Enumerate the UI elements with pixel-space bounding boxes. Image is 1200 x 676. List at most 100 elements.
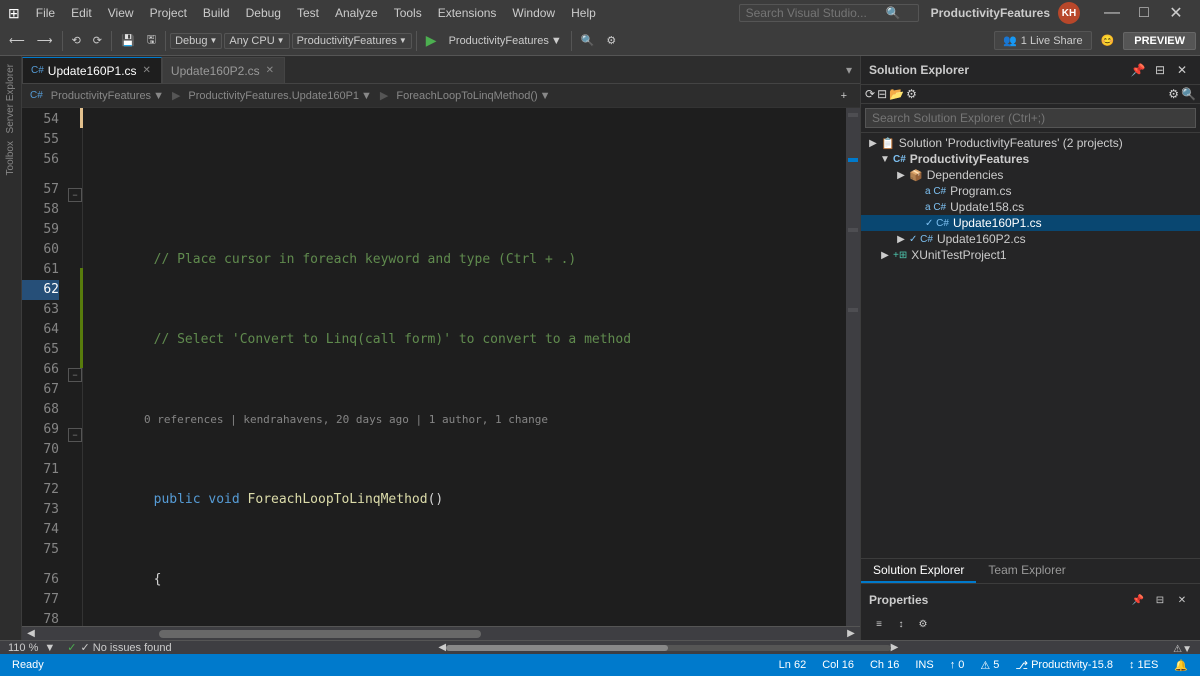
collapse-64[interactable]: −: [68, 428, 82, 442]
editor-scrollbar[interactable]: [846, 108, 860, 626]
add-line-button[interactable]: +: [836, 87, 852, 105]
tree-item-solution[interactable]: ▶ 📋 Solution 'ProductivityFeatures' (2 p…: [861, 135, 1200, 151]
breadcrumb-project[interactable]: ProductivityFeatures ▼: [47, 89, 168, 103]
solution-explorer-search[interactable]: [861, 104, 1200, 133]
se-tab-team-explorer[interactable]: Team Explorer: [976, 559, 1077, 583]
tree-item-xunit[interactable]: ▶ +⊞ XUnitTestProject1: [861, 247, 1200, 263]
status-warnings[interactable]: ⚠ 5: [976, 659, 1003, 672]
status-notification[interactable]: 🔔: [1170, 659, 1192, 672]
se-filter-button[interactable]: ⚙: [906, 87, 917, 101]
horizontal-scrollbar[interactable]: ◀ ▶: [22, 626, 860, 640]
nav-forward-button[interactable]: ⟶: [32, 31, 58, 50]
error-nav-button[interactable]: ⚠▼: [1173, 644, 1192, 655]
config-dropdown[interactable]: Debug ▼: [170, 33, 222, 49]
diagnostics-button[interactable]: 🔍: [576, 31, 600, 50]
menu-window[interactable]: Window: [504, 4, 563, 22]
zoom-dropdown-arrow[interactable]: ▼: [44, 642, 55, 654]
h-scroll-inner[interactable]: ◀ ▶: [438, 642, 898, 653]
se-refresh-button[interactable]: ⟳: [865, 87, 875, 101]
save-all-button[interactable]: 🖫: [142, 28, 161, 53]
menu-edit[interactable]: Edit: [63, 4, 100, 22]
menu-debug[interactable]: Debug: [238, 4, 289, 22]
prop-close-button[interactable]: ✕: [1172, 590, 1192, 610]
tools-button[interactable]: ⚙: [601, 31, 621, 50]
nav-back-button[interactable]: ⟵: [4, 31, 30, 50]
tree-item-update160p2[interactable]: ▶ ✓ C# Update160P2.cs: [861, 231, 1200, 247]
platform-dropdown[interactable]: Any CPU ▼: [224, 33, 289, 49]
run-button[interactable]: ▶: [421, 29, 442, 52]
title-search-box[interactable]: 🔍: [739, 4, 919, 22]
run-project-button[interactable]: ProductivityFeatures ▼: [444, 32, 567, 50]
menu-view[interactable]: View: [100, 4, 142, 22]
menu-extensions[interactable]: Extensions: [430, 4, 505, 22]
menu-tools[interactable]: Tools: [386, 4, 430, 22]
prop-property-pages-button[interactable]: ⚙: [913, 614, 933, 634]
status-branch[interactable]: ⎇ Productivity-15.8: [1011, 659, 1117, 672]
tab-update160p1[interactable]: C# Update160P1.cs ✕: [22, 57, 162, 83]
prop-categorized-button[interactable]: ≡: [869, 614, 889, 634]
se-pin-button[interactable]: 📌: [1128, 60, 1148, 80]
h-scroll-left[interactable]: ◀: [438, 642, 446, 653]
maximize-button[interactable]: □: [1128, 0, 1160, 26]
expand-update160p2[interactable]: ▶: [893, 234, 909, 245]
tab-close-update160p2[interactable]: ✕: [264, 64, 276, 77]
tree-item-project[interactable]: ▼ C# ProductivityFeatures: [861, 151, 1200, 167]
tree-item-program[interactable]: a C# Program.cs: [861, 183, 1200, 199]
tree-item-dependencies[interactable]: ▶ 📦 Dependencies: [861, 167, 1200, 183]
prop-alphabetical-button[interactable]: ↕: [891, 614, 911, 634]
status-line[interactable]: Ln 62: [775, 659, 811, 671]
scroll-track[interactable]: [38, 630, 844, 638]
expand-solution[interactable]: ▶: [865, 138, 881, 149]
tree-item-update158[interactable]: a C# Update158.cs: [861, 199, 1200, 215]
close-button[interactable]: ✕: [1160, 0, 1192, 26]
tab-update160p2[interactable]: Update160P2.cs ✕: [162, 57, 285, 83]
tab-close-update160p1[interactable]: ✕: [141, 64, 153, 77]
feedback-button[interactable]: 😊: [1096, 31, 1120, 50]
collapse-62[interactable]: −: [68, 368, 82, 382]
user-avatar[interactable]: KH: [1058, 2, 1080, 24]
se-settings-button[interactable]: ⚙: [1168, 87, 1179, 101]
tab-dropdown-button[interactable]: ▾: [838, 57, 860, 83]
preview-button[interactable]: PREVIEW: [1123, 32, 1196, 50]
se-show-all-button[interactable]: 📂: [889, 87, 904, 101]
save-button[interactable]: 💾: [116, 31, 140, 50]
title-search-input[interactable]: [746, 6, 886, 20]
code-content[interactable]: // Place cursor in foreach keyword and t…: [83, 108, 846, 626]
redo-button[interactable]: ⟳: [88, 31, 107, 50]
expand-project[interactable]: ▼: [877, 154, 893, 165]
status-ins[interactable]: INS: [911, 659, 937, 671]
project-dropdown[interactable]: ProductivityFeatures ▼: [292, 33, 412, 49]
h-scroll-track-2[interactable]: [446, 645, 891, 651]
collapse-57[interactable]: −: [68, 188, 82, 202]
se-search-button[interactable]: 🔍: [1181, 87, 1196, 101]
prop-pin-button[interactable]: 📌: [1128, 590, 1148, 610]
breadcrumb-method[interactable]: ForeachLoopToLinqMethod() ▼: [392, 89, 554, 103]
minimize-button[interactable]: —: [1096, 0, 1128, 26]
menu-build[interactable]: Build: [195, 4, 238, 22]
h-scroll-section[interactable]: ◀ ▶: [172, 642, 1165, 653]
menu-analyze[interactable]: Analyze: [327, 4, 386, 22]
se-search-input[interactable]: [865, 108, 1196, 128]
menu-help[interactable]: Help: [563, 4, 604, 22]
status-ready[interactable]: Ready: [8, 659, 48, 671]
se-collapse-all-button[interactable]: ⊟: [877, 87, 887, 101]
menu-file[interactable]: File: [28, 4, 63, 22]
se-dock-button[interactable]: ⊟: [1150, 60, 1170, 80]
expand-dependencies[interactable]: ▶: [893, 170, 909, 181]
scroll-thumb[interactable]: [159, 630, 481, 638]
code-editor[interactable]: 54 55 56 57 58 59 60 61 62 63 64 65 66 6…: [22, 108, 860, 626]
menu-test[interactable]: Test: [289, 4, 327, 22]
menu-project[interactable]: Project: [142, 4, 195, 22]
status-col[interactable]: Col 16: [818, 659, 858, 671]
undo-button[interactable]: ⟲: [67, 31, 86, 50]
status-sync[interactable]: ↕ 1ES: [1125, 659, 1162, 671]
expand-xunit[interactable]: ▶: [877, 250, 893, 261]
scroll-right-button[interactable]: ▶: [844, 627, 858, 641]
se-tab-solution-explorer[interactable]: Solution Explorer: [861, 559, 976, 583]
tree-item-update160p1[interactable]: ✓ C# Update160P1.cs: [861, 215, 1200, 231]
live-share-button[interactable]: 👥 1 Live Share: [994, 31, 1091, 50]
scroll-left-button[interactable]: ◀: [24, 627, 38, 641]
server-explorer-label[interactable]: Server Explorer: [5, 60, 16, 137]
prop-dock-button[interactable]: ⊟: [1150, 590, 1170, 610]
toolbox-label[interactable]: Toolbox: [5, 137, 16, 179]
